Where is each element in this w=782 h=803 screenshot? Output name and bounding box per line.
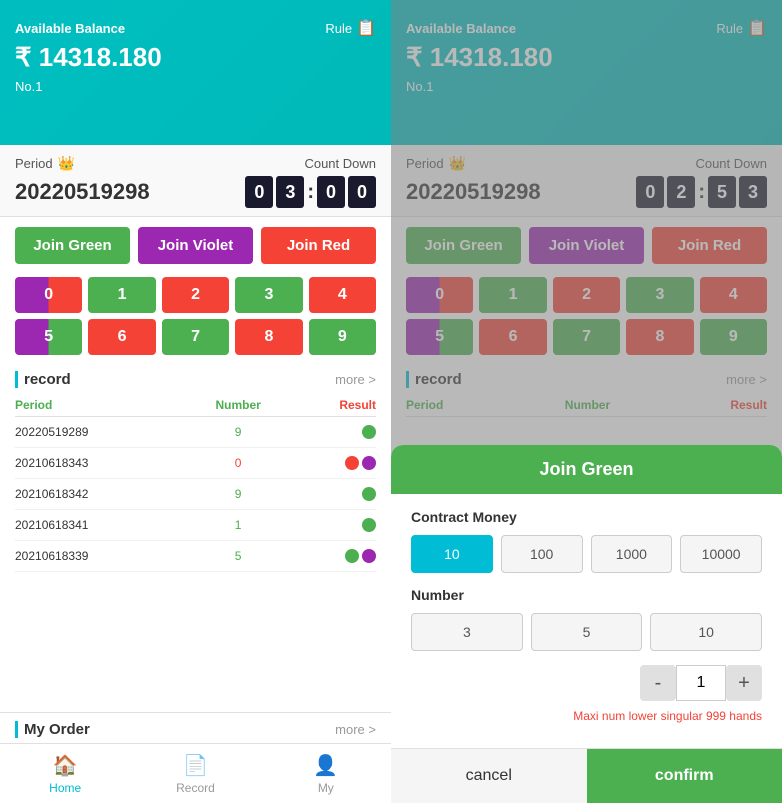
number-row-2: 5 6 7 8 9: [15, 319, 376, 355]
money-options: 10 100 1000 10000: [411, 535, 762, 573]
number-opt-3[interactable]: 3: [411, 613, 523, 651]
num-btn-9[interactable]: 9: [309, 319, 376, 355]
nav-my[interactable]: 👤 My: [261, 744, 391, 803]
stepper-plus-btn[interactable]: +: [726, 665, 762, 701]
overlay-footer: cancel confirm: [391, 748, 782, 803]
left-balance: ₹ 14318.180: [15, 42, 376, 73]
dot-violet: [362, 456, 376, 470]
money-btn-1000[interactable]: 1000: [591, 535, 673, 573]
num-btn-4[interactable]: 4: [309, 277, 376, 313]
stepper-input[interactable]: [676, 665, 726, 701]
number-label: Number: [411, 587, 762, 603]
left-join-violet-btn[interactable]: Join Violet: [138, 227, 253, 264]
nav-my-label: My: [318, 781, 334, 795]
left-record-table: Period Number Result 20220519289 9 20210…: [15, 394, 376, 572]
right-panel: Available Balance Rule 📋 ₹ 14318.180 No.…: [391, 0, 782, 803]
my-icon: 👤: [313, 753, 338, 778]
num-btn-2[interactable]: 2: [162, 277, 229, 313]
home-icon: 🏠: [53, 753, 78, 778]
crown-icon: 👑: [58, 155, 75, 172]
dot-violet: [362, 549, 376, 563]
num-btn-3[interactable]: 3: [235, 277, 302, 313]
dot-green: [362, 487, 376, 501]
left-rule-btn[interactable]: Rule 📋: [325, 18, 376, 38]
money-btn-10[interactable]: 10: [411, 535, 493, 573]
num-btn-7[interactable]: 7: [162, 319, 229, 355]
dot-green: [362, 425, 376, 439]
left-record-section: record more > Period Number Result 20220…: [0, 363, 391, 712]
left-panel: Available Balance Rule 📋 ₹ 14318.180 No.…: [0, 0, 391, 803]
num-btn-1[interactable]: 1: [88, 277, 155, 313]
left-countdown: 0 3 : 0 0: [245, 176, 376, 208]
left-period-label: Period 👑: [15, 155, 75, 172]
left-join-red-btn[interactable]: Join Red: [261, 227, 376, 264]
left-no: No.1: [15, 79, 376, 94]
overlay-title: Join Green: [391, 445, 782, 494]
countdown-d0: 0: [245, 176, 273, 208]
col-result: Result: [291, 394, 376, 417]
countdown-colon1: :: [307, 181, 314, 204]
overlay-content: Contract Money 10 100 1000 10000 Number …: [391, 494, 782, 748]
confirm-btn[interactable]: confirm: [587, 749, 782, 803]
table-row: 20220519289 9: [15, 417, 376, 448]
col-period: Period: [15, 394, 186, 417]
cancel-btn[interactable]: cancel: [391, 749, 587, 803]
table-row: 20210618342 9: [15, 479, 376, 510]
left-join-buttons: Join Green Join Violet Join Red: [0, 217, 391, 272]
money-btn-100[interactable]: 100: [501, 535, 583, 573]
my-order-title: My Order: [15, 721, 90, 738]
number-opt-5[interactable]: 5: [531, 613, 643, 651]
num-btn-0[interactable]: 0: [15, 277, 82, 313]
stepper-row: - +: [411, 665, 762, 701]
left-bottom-nav: 🏠 Home 📄 Record 👤 My: [0, 743, 391, 803]
my-order-header: My Order more >: [15, 721, 376, 738]
nav-home[interactable]: 🏠 Home: [0, 744, 130, 803]
record-icon: 📄: [183, 753, 208, 778]
left-period-section: Period 👑 Count Down 20220519298 0 3 : 0 …: [0, 145, 391, 217]
nav-home-label: Home: [49, 781, 81, 795]
left-header: Available Balance Rule 📋 ₹ 14318.180 No.…: [0, 0, 391, 145]
overlay-panel: Join Green Contract Money 10 100 1000 10…: [391, 445, 782, 803]
table-row: 20210618339 5: [15, 541, 376, 572]
dot-green: [362, 518, 376, 532]
nav-record-label: Record: [176, 781, 215, 795]
nav-record[interactable]: 📄 Record: [130, 744, 260, 803]
left-countdown-label: Count Down: [304, 156, 376, 171]
number-opt-10[interactable]: 10: [650, 613, 762, 651]
dot-red: [345, 456, 359, 470]
num-btn-6[interactable]: 6: [88, 319, 155, 355]
number-options: 3 5 10: [411, 613, 762, 651]
table-row: 20210618343 0: [15, 448, 376, 479]
money-btn-10000[interactable]: 10000: [680, 535, 762, 573]
contract-label: Contract Money: [411, 509, 762, 525]
left-record-more[interactable]: more >: [335, 372, 376, 387]
countdown-d1: 3: [276, 176, 304, 208]
left-join-green-btn[interactable]: Join Green: [15, 227, 130, 264]
left-avail-label: Available Balance: [15, 21, 125, 36]
max-info: Maxi num lower singular 999 hands: [411, 709, 762, 723]
rule-icon: 📋: [356, 18, 376, 38]
left-my-order: My Order more >: [0, 712, 391, 743]
table-row: 20210618341 1: [15, 510, 376, 541]
left-number-grid: 0 1 2 3 4 5 6 7 8 9: [0, 272, 391, 363]
left-rule-label: Rule: [325, 21, 352, 36]
dot-green: [345, 549, 359, 563]
left-record-header: record more >: [15, 371, 376, 388]
my-order-more[interactable]: more >: [335, 722, 376, 737]
stepper-minus-btn[interactable]: -: [640, 665, 676, 701]
num-btn-5[interactable]: 5: [15, 319, 82, 355]
countdown-d2: 0: [317, 176, 345, 208]
number-row-1: 0 1 2 3 4: [15, 277, 376, 313]
left-period-num: 20220519298: [15, 179, 150, 205]
overlay-spacer: [391, 0, 782, 445]
countdown-d3: 0: [348, 176, 376, 208]
col-number: Number: [186, 394, 291, 417]
num-btn-8[interactable]: 8: [235, 319, 302, 355]
join-green-overlay: Join Green Contract Money 10 100 1000 10…: [391, 0, 782, 803]
left-record-title: record: [15, 371, 71, 388]
